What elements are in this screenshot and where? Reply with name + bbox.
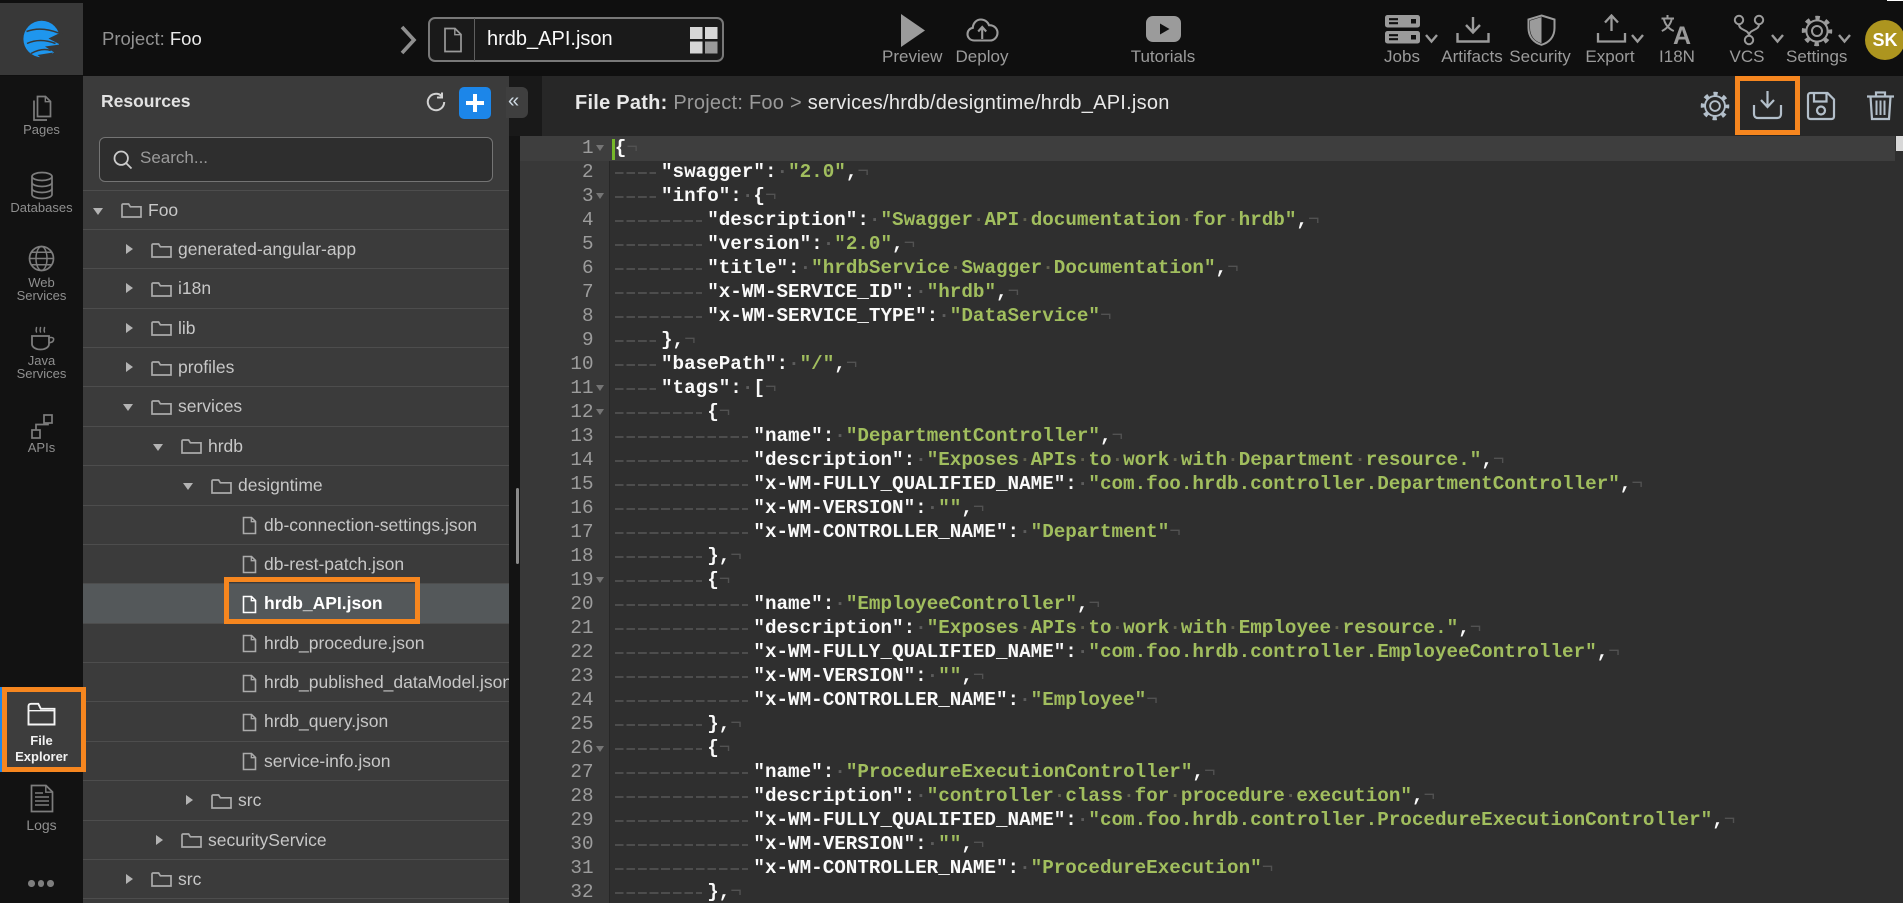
- svg-text:A: A: [1673, 22, 1691, 46]
